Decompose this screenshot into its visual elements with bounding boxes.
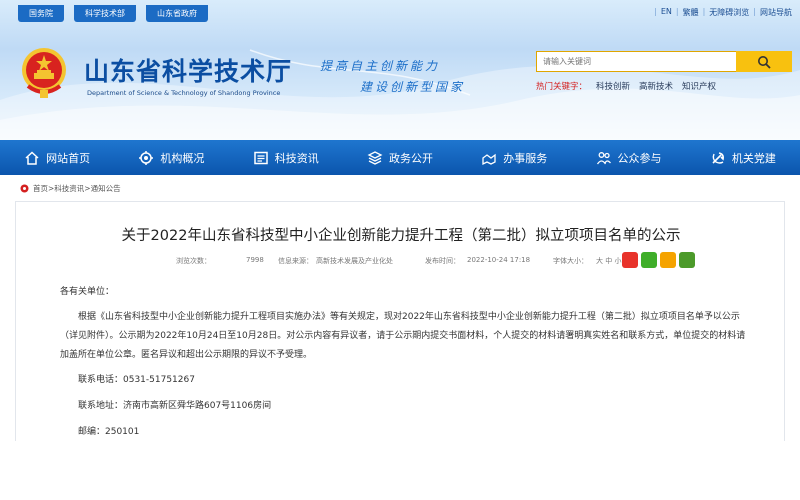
salutation: 各有关单位：	[60, 287, 115, 297]
nav-item-label: 公众参与	[617, 151, 662, 165]
breadcrumb: 首页>科技资讯>通知公告	[20, 183, 121, 194]
nav-item-label: 办事服务	[503, 151, 548, 165]
service-icon	[482, 153, 496, 165]
article-title: 关于2022年山东省科技型中小企业创新能力提升工程（第二批）拟立项项目名单的公示	[121, 228, 681, 244]
hot-keywords: 热门关键字： 科技创新 高新技术 知识产权	[536, 80, 716, 92]
home-icon	[25, 150, 39, 165]
share-icons	[622, 252, 695, 268]
views-label: 浏览次数：	[176, 257, 211, 265]
hot-keyword[interactable]: 科技创新	[596, 80, 630, 92]
main-nav: 网站首页 机构概况 科技资讯 政务公开 办事服务 公众参与 机关党建	[0, 140, 800, 175]
site-name-en: Department of Science & Technology of Sh…	[87, 89, 281, 97]
article-body: 各有关单位： 根据《山东省科技型中小企业创新能力提升工程项目实施办法》等有关规定…	[60, 283, 750, 449]
top-link-most[interactable]: 科学技术部	[74, 5, 136, 22]
date-label: 发布时间：	[425, 257, 460, 265]
nav-item-org[interactable]: 机构概况	[114, 140, 228, 175]
party-icon	[712, 151, 724, 164]
qzone-share-icon[interactable]	[660, 252, 676, 268]
douban-share-icon[interactable]	[679, 252, 695, 268]
breadcrumb-text[interactable]: 首页>科技资讯>通知公告	[33, 183, 121, 194]
nav-item-home[interactable]: 网站首页	[0, 140, 114, 175]
nav-item-label: 网站首页	[46, 151, 91, 165]
nav-item-public[interactable]: 公众参与	[571, 140, 685, 175]
wechat-share-icon[interactable]	[641, 252, 657, 268]
nav-item-label: 科技资讯	[274, 151, 319, 165]
slogan-line-1: 提高自主创新能力	[320, 59, 441, 73]
people-icon	[596, 151, 611, 164]
views-count: 7998	[246, 256, 264, 264]
contact-address: 联系地址：济南市高新区舜华路607号1106房间	[78, 401, 272, 411]
date-value: 2022-10-24 17:18	[467, 256, 531, 264]
link-sitemap[interactable]: 网站导航	[760, 7, 792, 18]
location-icon	[20, 184, 29, 193]
site-header: 国务院 科学技术部 山东省政府 | EN | 繁體 | 无障碍浏览 | 网站导航…	[0, 0, 800, 140]
top-link-shandong-gov[interactable]: 山东省政府	[146, 5, 208, 22]
link-traditional[interactable]: 繁體	[683, 7, 699, 18]
national-emblem-icon	[22, 48, 66, 98]
search-icon	[758, 55, 771, 69]
search-button[interactable]	[736, 51, 792, 72]
weibo-share-icon[interactable]	[622, 252, 638, 268]
link-english[interactable]: EN	[661, 7, 672, 18]
site-name: 山东省科学技术厅	[84, 57, 293, 86]
hot-keyword[interactable]: 知识产权	[682, 80, 716, 92]
link-accessibility[interactable]: 无障碍浏览	[709, 7, 749, 18]
nav-item-label: 机构概况	[160, 151, 205, 165]
contact-phone: 联系电话：0531-51751267	[78, 375, 195, 385]
article-paragraph: 根据《山东省科技型中小企业创新能力提升工程项目实施办法》等有关规定，现对2022…	[60, 312, 746, 360]
search-input[interactable]	[536, 51, 736, 72]
nav-item-party[interactable]: 机关党建	[686, 140, 800, 175]
gear-org-icon	[139, 150, 154, 165]
nav-item-gov-open[interactable]: 政务公开	[343, 140, 457, 175]
nav-item-label: 机关党建	[731, 151, 776, 165]
contact-postcode: 邮编：250101	[78, 427, 140, 437]
source-value: 高新技术发展及产业化处	[316, 257, 393, 265]
top-links: 国务院 科学技术部 山东省政府	[18, 5, 208, 22]
source-label: 信息来源：	[278, 257, 313, 265]
layers-icon	[367, 150, 383, 165]
nav-item-label: 政务公开	[388, 151, 433, 165]
news-icon	[253, 151, 268, 164]
article-meta: 浏览次数： 7998 信息来源： 高新技术发展及产业化处 发布时间： 2022-…	[16, 252, 786, 270]
utility-links: | EN | 繁體 | 无障碍浏览 | 网站导航	[654, 7, 792, 18]
search-box	[536, 51, 792, 72]
font-size-options[interactable]: 大 中 小	[596, 256, 621, 266]
hot-keywords-label: 热门关键字：	[536, 82, 588, 92]
hot-keyword[interactable]: 高新技术	[639, 80, 673, 92]
slogan-line-2: 建设创新型国家	[360, 80, 466, 94]
font-size-label: 字体大小：	[553, 257, 588, 265]
article-container: 关于2022年山东省科技型中小企业创新能力提升工程（第二批）拟立项项目名单的公示…	[15, 201, 785, 441]
nav-item-services[interactable]: 办事服务	[457, 140, 571, 175]
top-link-state-council[interactable]: 国务院	[18, 5, 64, 22]
nav-item-news[interactable]: 科技资讯	[229, 140, 343, 175]
